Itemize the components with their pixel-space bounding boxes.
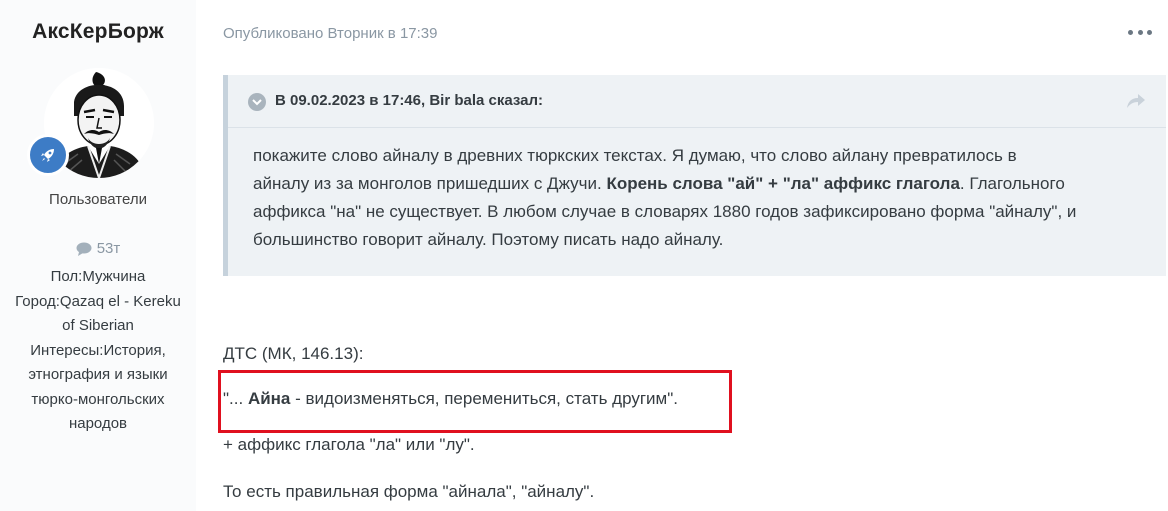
quote-header: В 09.02.2023 в 17:46, Bir bala сказал: bbox=[228, 75, 1166, 128]
conclusion-line: То есть правильная форма "айнала", "айна… bbox=[223, 482, 595, 501]
quote-line: большинство говорит айналу. Поэтому писа… bbox=[253, 230, 724, 249]
quote-block: В 09.02.2023 в 17:46, Bir bala сказал: п… bbox=[223, 75, 1166, 276]
author-name[interactable]: АксКерБорж bbox=[0, 20, 196, 44]
rank-badge[interactable] bbox=[27, 134, 69, 176]
content-count[interactable]: 53т bbox=[0, 240, 196, 257]
quote-citation[interactable]: В 09.02.2023 в 17:46, Bir bala сказал: bbox=[275, 92, 543, 109]
share-icon[interactable] bbox=[1126, 92, 1146, 110]
author-column: АксКерБорж Пользователи 53т Пол:Мужчина … bbox=[0, 0, 196, 511]
post-meta[interactable]: Опубликовано Вторник в 17:39 bbox=[223, 25, 437, 42]
profile-field-line: Интересы:История, bbox=[30, 341, 166, 359]
quote-line: айналу из за монголов пришедших с Джучи.… bbox=[253, 174, 1065, 193]
profile-field-line: Город:Qazaq el - Kereku bbox=[15, 292, 181, 310]
rocket-icon bbox=[41, 149, 54, 162]
profile-field-line: Пол:Мужчина bbox=[50, 268, 146, 285]
profile-field-line: of Siberian bbox=[62, 317, 134, 334]
quote-body: покажите слово айналу в древних тюркских… bbox=[253, 142, 1158, 254]
member-group: Пользователи bbox=[49, 191, 147, 208]
chevron-down-icon[interactable] bbox=[248, 93, 266, 111]
more-options-icon[interactable] bbox=[1128, 22, 1152, 42]
profile-fields: Пол:Мужчина Город:Qazaq el - Kereku of S… bbox=[0, 265, 196, 437]
quote-bold-text: Корень слова "ай" + "ла" аффикс глагола bbox=[606, 174, 960, 193]
source-line: ДТС (МК, 146.13): bbox=[223, 344, 364, 363]
profile-field-line: этнография и языки bbox=[28, 366, 168, 383]
quote-line: аффикса "на" не существует. В любом случ… bbox=[253, 202, 1077, 221]
affix-line: + аффикс глагола "ла" или "лу". bbox=[223, 435, 475, 454]
comment-icon bbox=[76, 242, 92, 256]
highlight-box bbox=[218, 370, 732, 433]
quote-line: покажите слово айналу в древних тюркских… bbox=[253, 146, 1017, 165]
profile-field-line: народов bbox=[68, 415, 128, 432]
content-count-value: 53т bbox=[96, 240, 121, 257]
profile-field-line: тюрко-монгольских bbox=[31, 390, 165, 408]
